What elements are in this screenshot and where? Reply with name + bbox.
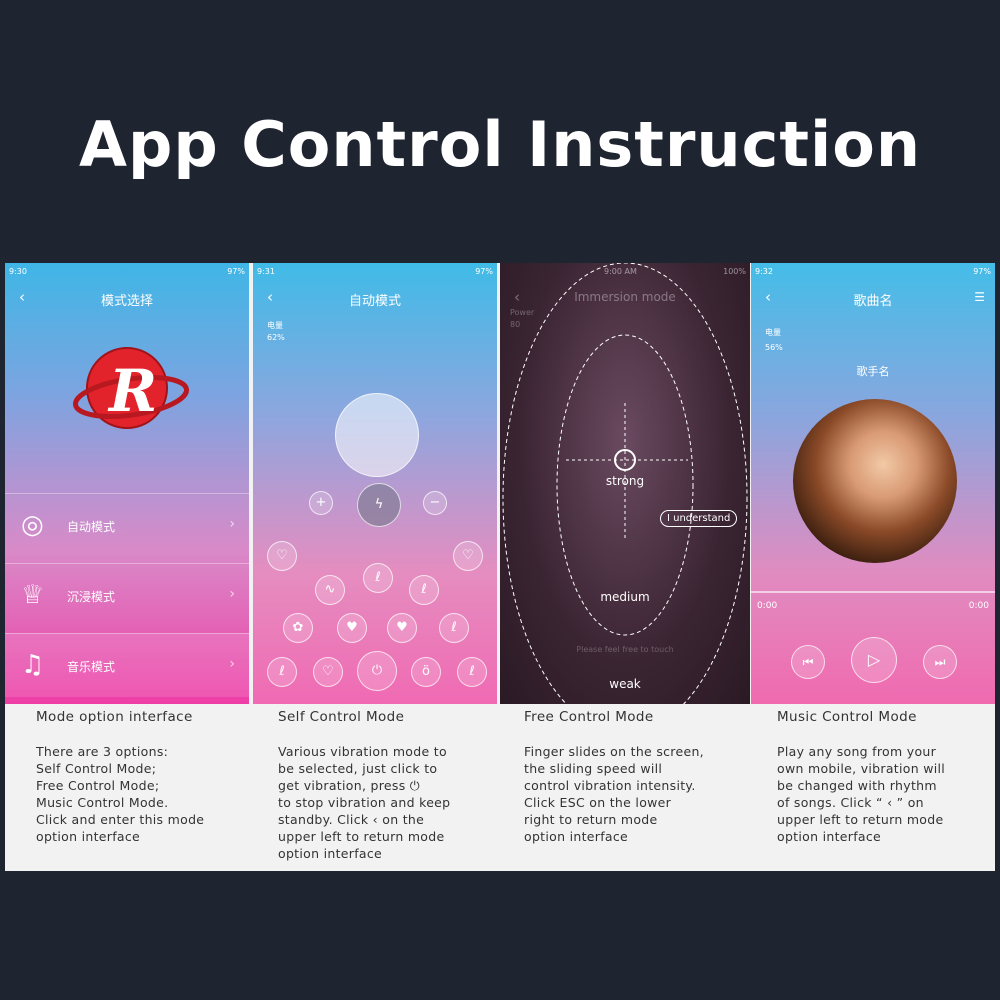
menu-item-label: 沉浸模式	[67, 590, 116, 604]
caption-heading: Mode option interface	[36, 709, 193, 725]
status-bar: 9:30 97%	[9, 266, 245, 280]
menu-item-label: 自动模式	[67, 520, 116, 534]
pattern-button[interactable]: ♥	[337, 613, 367, 643]
power-label: 电量	[765, 328, 781, 337]
power-label: 电量	[267, 321, 283, 330]
caption-music-control: Music Control Mode Play any song from yo…	[777, 709, 1000, 845]
caption-heading: Music Control Mode	[777, 709, 917, 725]
pattern-button[interactable]: ℓ	[457, 657, 487, 687]
time-start: 0:00	[757, 601, 778, 611]
caption-self-control: Self Control Mode Various vibration mode…	[278, 709, 518, 862]
caption-body: Various vibration mode to be selected, j…	[278, 744, 451, 861]
understand-button[interactable]: I understand	[660, 510, 738, 527]
pattern-button[interactable]: ℓ	[363, 563, 393, 593]
caption-mode-option: Mode option interface There are 3 option…	[36, 709, 276, 845]
self-control-screen: 9:31 97% ‹ 自动模式 电量 62% + ϟ − ♡ ♡ ∿ ℓ ℓ ✿…	[253, 263, 497, 704]
mode-select-screen: 9:30 97% ‹ 模式选择 R ◎ 自动模式 › ♕ 沉浸模式 › ♫ 音乐…	[5, 263, 249, 704]
power-value: 62%	[267, 333, 285, 342]
cup-icon: ♕	[21, 580, 45, 610]
power-value: 56%	[765, 343, 783, 352]
menu-item-immersion[interactable]: ♕ 沉浸模式 ›	[5, 563, 249, 627]
pattern-button[interactable]: ∿	[315, 575, 345, 605]
instruction-strip: 9:30 97% ‹ 模式选择 R ◎ 自动模式 › ♕ 沉浸模式 › ♫ 音乐…	[5, 263, 995, 871]
nav-title: 模式选择	[100, 294, 153, 309]
pattern-button[interactable]: ♡	[313, 657, 343, 687]
menu-icon[interactable]: ☰	[974, 290, 985, 304]
artist-name: 歌手名	[856, 365, 890, 378]
status-bar: 9:32 97%	[755, 266, 991, 280]
chevron-right-icon: ›	[229, 656, 235, 672]
pattern-button[interactable]: ♡	[453, 541, 483, 571]
pattern-button[interactable]: ℓ	[439, 613, 469, 643]
lightning-icon[interactable]: ϟ	[357, 483, 401, 527]
caption-free-control: Free Control Mode Finger slides on the s…	[524, 709, 764, 845]
logo-icon: R	[72, 347, 189, 429]
time-end: 0:00	[968, 601, 989, 611]
menu-item-label: 音乐模式	[67, 660, 116, 674]
pattern-button[interactable]: ♡	[267, 541, 297, 571]
play-icon[interactable]: ▷	[851, 637, 897, 683]
nav-bar: ‹ 模式选择	[5, 288, 249, 310]
strong-label: strong	[605, 474, 645, 488]
chevron-right-icon: ›	[229, 516, 235, 532]
pattern-button[interactable]: ℓ	[409, 575, 439, 605]
pattern-button[interactable]: ✿	[283, 613, 313, 643]
nav-title: 自动模式	[348, 294, 401, 309]
free-control-screen: 9:00 AM 100% ‹ Immersion mode Power 80 s…	[500, 263, 750, 704]
caption-body: There are 3 options: Self Control Mode; …	[36, 744, 205, 844]
status-time: 9:32	[755, 267, 773, 276]
status-battery: 97%	[475, 267, 493, 276]
next-icon[interactable]: ⏭	[923, 645, 957, 679]
nav-bar: ‹ 自动模式	[253, 288, 497, 310]
caption-heading: Self Control Mode	[278, 709, 405, 725]
pattern-button[interactable]: ö	[411, 657, 441, 687]
menu-item-auto[interactable]: ◎ 自动模式 ›	[5, 493, 249, 557]
power-icon[interactable]: ⏻	[357, 651, 397, 691]
menu-item-music[interactable]: ♫ 音乐模式 ›	[5, 633, 249, 697]
music-control-screen: 9:32 97% ‹ 歌曲名 ☰ 电量 56% 歌手名 0:00 0:00 ⏮ …	[751, 263, 995, 704]
weak-label: weak	[609, 677, 641, 691]
status-battery: 97%	[973, 267, 991, 276]
minus-button[interactable]: −	[423, 491, 447, 515]
caption-body: Play any song from your own mobile, vibr…	[777, 744, 946, 844]
status-battery: 97%	[227, 267, 245, 276]
chevron-right-icon: ›	[229, 586, 235, 602]
page-title: App Control Instruction	[78, 108, 922, 181]
intensity-dial[interactable]	[335, 393, 419, 477]
plus-button[interactable]: +	[309, 491, 333, 515]
pattern-button[interactable]: ℓ	[267, 657, 297, 687]
nav-bar: ‹ 歌曲名 ☰	[751, 288, 995, 310]
caption-heading: Free Control Mode	[524, 709, 654, 725]
status-time: 9:31	[257, 267, 275, 276]
album-art	[793, 399, 957, 563]
touch-hint: Please feel free to touch	[576, 645, 674, 654]
medium-label: medium	[600, 590, 650, 604]
caption-body: Finger slides on the screen, the sliding…	[524, 744, 704, 844]
target-icon: ◎	[21, 510, 44, 540]
music-note-icon: ♫	[21, 650, 45, 680]
svg-text:R: R	[107, 357, 157, 425]
progress-track[interactable]	[751, 591, 995, 593]
status-time: 9:30	[9, 267, 27, 276]
previous-icon[interactable]: ⏮	[791, 645, 825, 679]
pattern-button[interactable]: ♥	[387, 613, 417, 643]
nav-title: 歌曲名	[853, 294, 893, 309]
status-bar: 9:31 97%	[257, 266, 493, 280]
